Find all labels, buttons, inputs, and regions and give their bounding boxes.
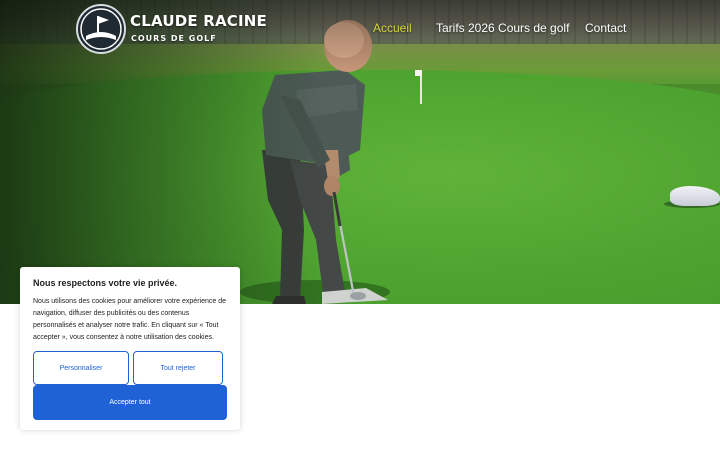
customize-button[interactable]: Personnaliser: [33, 351, 129, 385]
cookie-banner-text: Nous utilisons des cookies pour améliore…: [33, 298, 226, 341]
nav-item-contact[interactable]: Contact: [585, 21, 626, 35]
nav-item-tarifs[interactable]: Tarifs 2026 Cours de golf: [436, 21, 569, 35]
accept-all-button[interactable]: Accepter tout: [33, 385, 227, 420]
cookie-banner-title: Nous respectons votre vie privée.: [33, 278, 178, 288]
page: CLAUDE RACINE COURS DE GOLF Accueil Tari…: [0, 0, 720, 450]
main-nav: Accueil Tarifs 2026 Cours de golf Contac…: [0, 21, 720, 37]
site-header: CLAUDE RACINE COURS DE GOLF Accueil Tari…: [0, 0, 720, 58]
reject-all-button[interactable]: Tout rejeter: [133, 351, 223, 385]
cookie-consent-banner: Nous respectons votre vie privée. Nous u…: [20, 267, 240, 430]
nav-item-accueil[interactable]: Accueil: [373, 21, 412, 35]
